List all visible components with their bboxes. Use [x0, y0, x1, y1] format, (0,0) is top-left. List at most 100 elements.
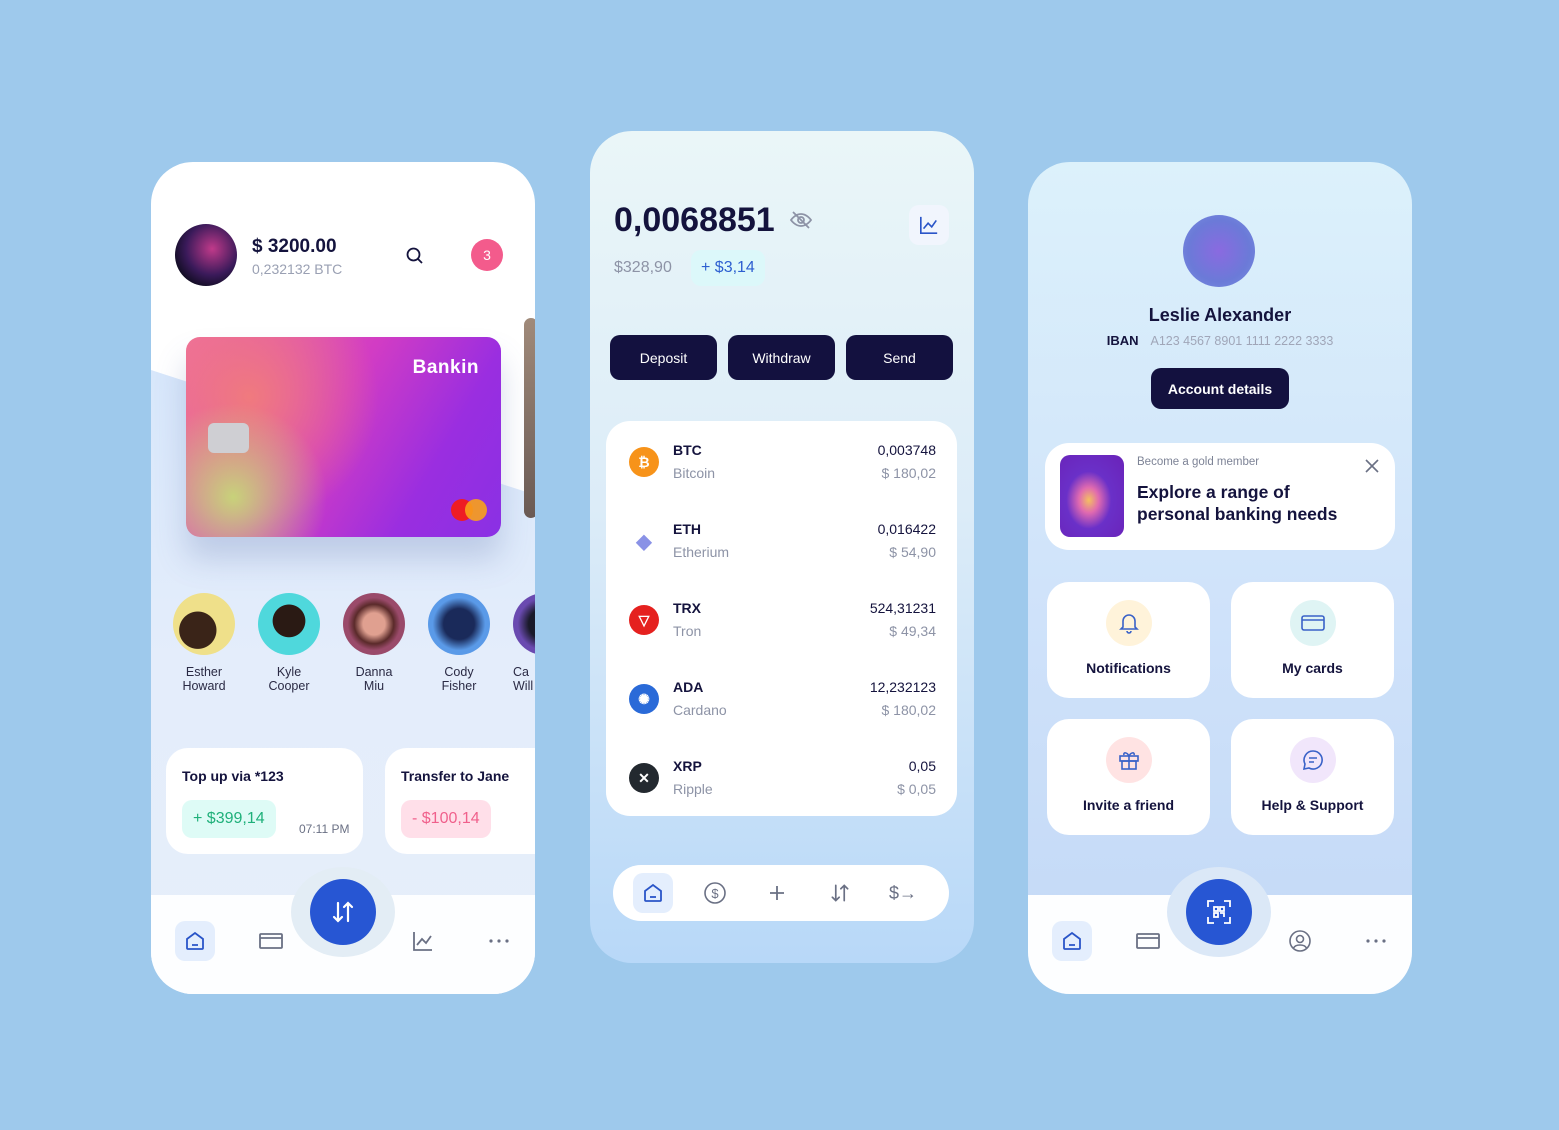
- ethereum-icon: ◆: [629, 526, 659, 556]
- contact-avatar: [258, 593, 320, 655]
- nav-stats[interactable]: [403, 921, 443, 961]
- close-icon[interactable]: [1365, 459, 1379, 478]
- cardano-icon: ✺: [629, 684, 659, 714]
- nav-profile[interactable]: [1280, 921, 1320, 961]
- profile-screen: Leslie Alexander IBAN A123 4567 8901 1111…: [1028, 162, 1412, 994]
- gift-icon: [1106, 737, 1152, 783]
- plus-icon: [770, 886, 784, 900]
- more-icon: [489, 939, 509, 943]
- eye-off-icon[interactable]: [789, 210, 813, 235]
- tron-icon: ▽: [629, 605, 659, 635]
- user-avatar[interactable]: [175, 224, 237, 286]
- send-money-icon: $→: [888, 882, 917, 903]
- promo-illustration: [1060, 455, 1124, 537]
- profile-icon: [1289, 930, 1311, 952]
- card-chip-icon: [208, 423, 249, 453]
- nav-transfer[interactable]: [820, 873, 860, 913]
- svg-text:$: $: [711, 886, 719, 901]
- usd-value: $328,90: [614, 259, 672, 276]
- contact[interactable]: Cody Fisher: [428, 593, 490, 693]
- profile-avatar[interactable]: [1183, 215, 1255, 287]
- contact-avatar: [173, 593, 235, 655]
- chart-icon: [413, 932, 432, 951]
- transaction-time: 07:11 PM: [299, 822, 350, 836]
- send-button[interactable]: Send: [846, 335, 953, 380]
- chart-button[interactable]: [909, 205, 949, 245]
- asset-row[interactable]: ✕ XRP Ripple 0,05 $ 0,05: [606, 737, 957, 816]
- tile-label: Help & Support: [1261, 797, 1364, 813]
- nav-cards[interactable]: [1128, 921, 1168, 961]
- transaction-amount: - $100,14: [401, 800, 491, 838]
- asset-name: Etherium: [673, 544, 730, 560]
- bank-card[interactable]: Bankin: [186, 337, 501, 537]
- transaction-card[interactable]: Transfer to Jane - $100,14: [385, 748, 535, 854]
- search-icon[interactable]: [405, 246, 425, 271]
- transfer-icon: [831, 884, 849, 902]
- asset-row[interactable]: ₿ BTC Bitcoin 0,003748 $ 180,02: [606, 421, 957, 500]
- transfer-fab-button[interactable]: [310, 879, 376, 945]
- tile-my-cards[interactable]: My cards: [1231, 582, 1394, 698]
- contact[interactable]: Esther Howard: [173, 593, 235, 693]
- change-badge: + $3,14: [691, 250, 765, 286]
- withdraw-button[interactable]: Withdraw: [728, 335, 835, 380]
- nav-more[interactable]: [1356, 921, 1396, 961]
- tile-label: Notifications: [1086, 660, 1171, 676]
- scan-fab-button[interactable]: [1186, 879, 1252, 945]
- asset-symbol: XRP: [673, 758, 702, 774]
- asset-amount: 0,016422: [877, 521, 936, 537]
- card-icon: [1290, 600, 1336, 646]
- nav-more[interactable]: [479, 921, 519, 961]
- asset-name: Tron: [673, 623, 702, 639]
- bell-icon: [1106, 600, 1152, 646]
- asset-list: ₿ BTC Bitcoin 0,003748 $ 180,02 ◆ ETH Etherium…: [606, 421, 957, 816]
- promo-kicker: Become a gold member: [1137, 456, 1260, 468]
- account-details-button[interactable]: Account details: [1151, 368, 1289, 409]
- nav-home[interactable]: [633, 873, 673, 913]
- asset-amount: 524,31231: [869, 600, 936, 616]
- nav-home[interactable]: [175, 921, 215, 961]
- asset-name: Bitcoin: [673, 465, 716, 481]
- tile-notifications[interactable]: Notifications: [1047, 582, 1210, 698]
- more-icon: [1366, 939, 1386, 943]
- asset-symbol: TRX: [673, 600, 701, 616]
- transfer-icon: [332, 901, 354, 923]
- nav-cards[interactable]: [251, 921, 291, 961]
- asset-amount: 12,232123: [869, 679, 936, 695]
- contact[interactable]: Ca Will: [513, 593, 535, 693]
- asset-row[interactable]: ✺ ADA Cardano 12,232123 $ 180,02: [606, 658, 957, 737]
- home-icon: [644, 883, 662, 902]
- asset-row[interactable]: ◆ ETH Etherium 0,016422 $ 54,90: [606, 500, 957, 579]
- nav-home[interactable]: [1052, 921, 1092, 961]
- iban-value: A123 4567 8901 1111 2222 3333: [1150, 334, 1334, 348]
- promo-banner[interactable]: Become a gold member Explore a range of …: [1045, 443, 1395, 550]
- contact-name: Cody Fisher: [441, 665, 477, 693]
- nav-dollar[interactable]: $: [695, 873, 735, 913]
- contact-name: Ca Will: [513, 665, 534, 693]
- asset-name: Ripple: [673, 781, 713, 797]
- contact[interactable]: Danna Miu: [343, 593, 405, 693]
- asset-symbol: BTC: [673, 442, 702, 458]
- tile-invite-friend[interactable]: Invite a friend: [1047, 719, 1210, 835]
- bottom-nav: $ $→: [613, 865, 949, 921]
- notification-badge[interactable]: 3: [471, 239, 503, 271]
- contact-name: Danna Miu: [355, 665, 393, 693]
- balance-btc: 0,232132 BTC: [252, 261, 343, 277]
- crypto-total: 0,0068851: [614, 201, 775, 239]
- next-card[interactable]: [524, 318, 535, 518]
- balance-amount: $ 3200.00: [252, 236, 337, 257]
- asset-row[interactable]: ▽ TRX Tron 524,31231 $ 49,34: [606, 579, 957, 658]
- asset-name: Cardano: [673, 702, 727, 718]
- tile-label: Invite a friend: [1082, 797, 1175, 813]
- deposit-button[interactable]: Deposit: [610, 335, 717, 380]
- asset-usd: $ 0,05: [897, 781, 936, 797]
- tile-help-support[interactable]: Help & Support: [1231, 719, 1394, 835]
- nav-add[interactable]: [757, 873, 797, 913]
- transaction-title: Top up via *123: [182, 768, 284, 784]
- contact[interactable]: Kyle Cooper: [258, 593, 320, 693]
- tile-label: My cards: [1282, 660, 1343, 676]
- nav-send-money[interactable]: $→: [883, 873, 923, 913]
- profile-name: Leslie Alexander: [1148, 305, 1292, 325]
- transaction-card[interactable]: Top up via *123 + $399,14 07:11 PM: [166, 748, 363, 854]
- transaction-title: Transfer to Jane: [401, 768, 510, 784]
- contact-name: Esther Howard: [182, 665, 226, 693]
